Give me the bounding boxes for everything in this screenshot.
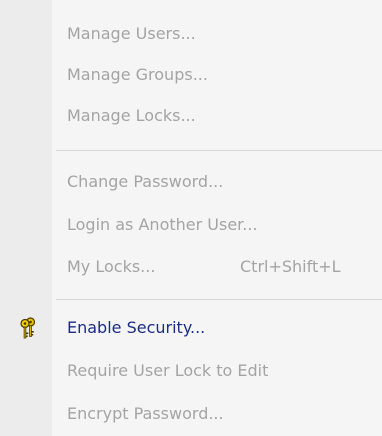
menu-item-shortcut: Ctrl+Shift+L (240, 257, 341, 276)
menu-item-enable-security[interactable]: Enable Security... (0, 310, 382, 346)
keys-icon (19, 317, 37, 339)
menu-item-label: Manage Locks... (67, 106, 196, 125)
menu-item-manage-groups[interactable]: Manage Groups... (0, 57, 382, 93)
menu-item-require-user-lock-to-edit[interactable]: Require User Lock to Edit (0, 353, 382, 389)
menu-item-manage-users[interactable]: Manage Users... (0, 16, 382, 52)
menu-item-manage-locks[interactable]: Manage Locks... (0, 98, 382, 134)
menu-separator (56, 299, 382, 300)
menu-item-label: Require User Lock to Edit (67, 361, 269, 380)
menu-item-change-password[interactable]: Change Password... (0, 164, 382, 200)
menu-item-label: Manage Groups... (67, 65, 208, 84)
menu-item-my-locks[interactable]: My Locks... Ctrl+Shift+L (0, 249, 382, 285)
menu-item-login-as-another-user[interactable]: Login as Another User... (0, 207, 382, 243)
menu-item-label: My Locks... (67, 257, 156, 276)
menu-item-encrypt-password[interactable]: Encrypt Password... (0, 396, 382, 432)
menu-item-label: Change Password... (67, 172, 224, 191)
menu-item-label: Enable Security... (67, 318, 206, 337)
menu-item-label: Login as Another User... (67, 215, 258, 234)
menu-item-label: Manage Users... (67, 24, 196, 43)
menu-item-label: Encrypt Password... (67, 404, 224, 423)
security-context-menu: Manage Users... Manage Groups... Manage … (0, 0, 382, 436)
menu-separator (56, 150, 382, 151)
